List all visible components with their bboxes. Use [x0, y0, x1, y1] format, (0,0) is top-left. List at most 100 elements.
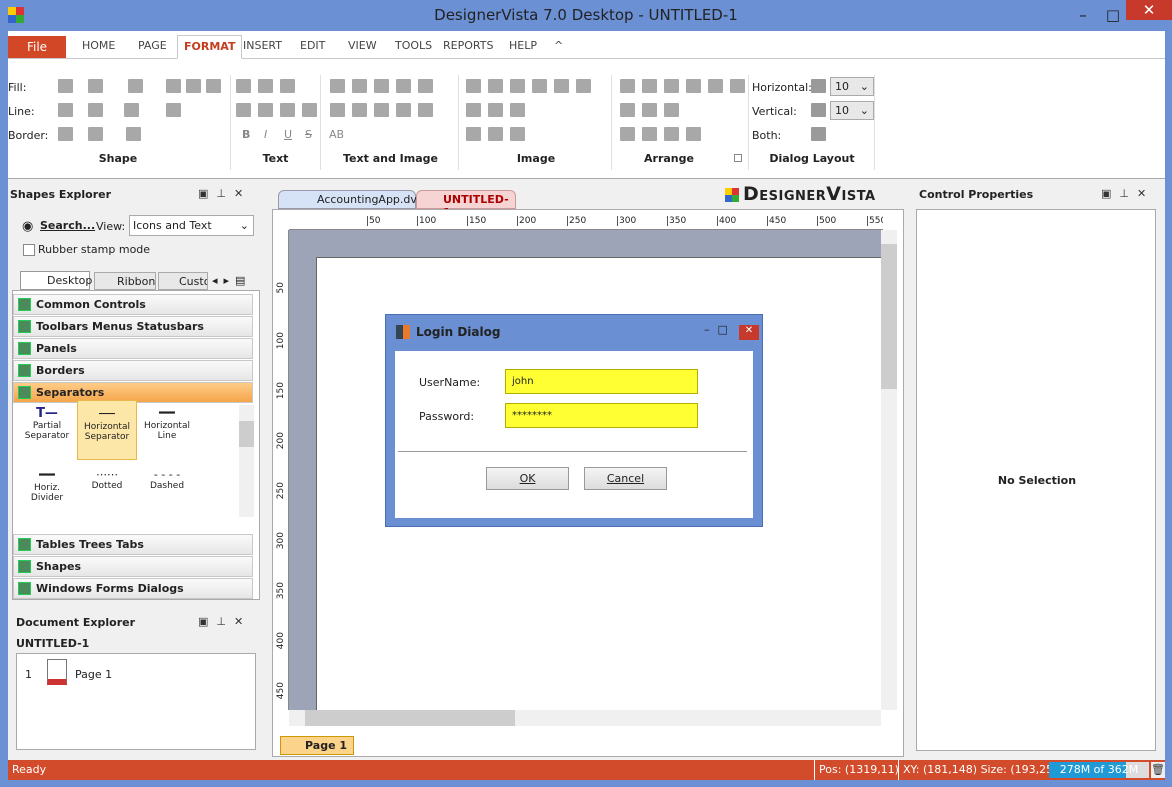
close-button[interactable]: ✕ [1126, 0, 1172, 20]
arrange-dialog-launcher-icon[interactable] [734, 154, 742, 162]
ribbon-tool-icon[interactable] [206, 79, 221, 93]
ribbon-tool-icon[interactable] [124, 103, 139, 117]
ribbon-tool-icon[interactable] [664, 79, 679, 93]
tab-help[interactable]: HELP [503, 35, 543, 59]
ribbon-tool-icon[interactable] [488, 103, 503, 117]
tab-format[interactable]: FORMAT [177, 35, 243, 59]
dialog-window-buttons[interactable]: –□ [704, 323, 736, 336]
italic-button[interactable]: I [264, 128, 267, 141]
ribbon-tool-icon[interactable] [664, 127, 679, 141]
panel-buttons[interactable]: ▣⊥✕ [198, 187, 251, 200]
ribbon-tool-icon[interactable] [418, 79, 433, 93]
tab-desktop[interactable]: Desktop [20, 271, 92, 290]
cancel-button[interactable]: Cancel [584, 467, 667, 490]
ribbon-tool-icon[interactable] [280, 103, 295, 117]
password-field[interactable]: ******** [505, 403, 698, 428]
strikethrough-button[interactable]: S [305, 128, 312, 141]
file-tab[interactable]: File [8, 36, 66, 58]
ribbon-tool-icon[interactable] [88, 103, 103, 117]
ribbon-tool-icon[interactable] [396, 103, 411, 117]
ribbon-tool-icon[interactable] [166, 79, 181, 93]
both-spacing-button[interactable] [811, 127, 826, 141]
ribbon-tool-icon[interactable] [686, 79, 701, 93]
design-canvas[interactable]: Login Dialog –□ ✕ UserName: john Passwor… [289, 230, 881, 710]
ribbon-tool-icon[interactable] [730, 79, 745, 93]
ribbon-tool-icon[interactable] [186, 79, 201, 93]
ribbon-tool-icon[interactable] [510, 79, 525, 93]
panel-buttons[interactable]: ▣⊥✕ [198, 615, 251, 628]
text-direction-button[interactable]: AB [329, 128, 344, 141]
ribbon-tool-icon[interactable] [620, 79, 635, 93]
ribbon-tool-icon[interactable] [396, 79, 411, 93]
collapse-ribbon-button[interactable]: ^ [548, 35, 569, 59]
ribbon-tool-icon[interactable] [236, 103, 251, 117]
ribbon-tool-icon[interactable] [58, 127, 73, 141]
horizontal-spacing-select[interactable]: 10 ⌄ [830, 77, 874, 96]
ribbon-tool-icon[interactable] [510, 103, 525, 117]
ribbon-tool-icon[interactable] [302, 103, 317, 117]
rubber-stamp-checkbox[interactable] [23, 244, 35, 256]
doc-tab-accountingapp[interactable]: AccountingApp.dvf [278, 190, 421, 209]
ribbon-tool-icon[interactable] [374, 103, 389, 117]
tab-home[interactable]: HOME [76, 35, 121, 59]
ribbon-tool-icon[interactable] [58, 103, 73, 117]
page-item[interactable]: Page 1 [75, 668, 112, 681]
category-shapes[interactable]: Shapes [13, 556, 253, 577]
ribbon-tool-icon[interactable] [128, 79, 143, 93]
ribbon-tool-icon[interactable] [330, 79, 345, 93]
maximize-button[interactable]: □ [1100, 0, 1126, 31]
ribbon-tool-icon[interactable] [280, 79, 295, 93]
ribbon-tool-icon[interactable] [642, 79, 657, 93]
shape-partial-separator[interactable]: T— Partial Separator [17, 406, 77, 441]
ribbon-tool-icon[interactable] [126, 127, 141, 141]
ribbon-tool-icon[interactable] [466, 127, 481, 141]
shape-horizontal-separator[interactable]: ── Horizontal Separator [77, 400, 137, 460]
panel-buttons[interactable]: ▣⊥✕ [1101, 187, 1154, 200]
horizontal-scrollbar[interactable] [289, 710, 881, 726]
vertical-scrollbar[interactable] [881, 230, 897, 710]
ribbon-tool-icon[interactable] [576, 79, 591, 93]
ribbon-tool-icon[interactable] [686, 127, 701, 141]
ribbon-tool-icon[interactable] [418, 103, 433, 117]
ribbon-tool-icon[interactable] [236, 79, 251, 93]
tab-page[interactable]: PAGE [132, 35, 173, 59]
tab-tools[interactable]: TOOLS [389, 35, 438, 59]
ribbon-tool-icon[interactable] [642, 103, 657, 117]
ribbon-tool-icon[interactable] [554, 79, 569, 93]
ribbon-tool-icon[interactable] [532, 79, 547, 93]
category-panels[interactable]: Panels [13, 338, 253, 359]
page-tab[interactable]: Page 1 [280, 736, 354, 755]
ribbon-tool-icon[interactable] [466, 103, 481, 117]
ribbon-tool-icon[interactable] [488, 79, 503, 93]
doc-tab-untitled[interactable]: UNTITLED-1 [416, 190, 516, 219]
category-borders[interactable]: Borders [13, 360, 253, 381]
tab-view[interactable]: VIEW [342, 35, 383, 59]
ribbon-tool-icon[interactable] [166, 103, 181, 117]
ribbon-tool-icon[interactable] [258, 103, 273, 117]
category-toolbars-menus-statusbars[interactable]: Toolbars Menus Statusbars [13, 316, 253, 337]
ribbon-tool-icon[interactable] [88, 127, 103, 141]
bold-button[interactable]: B [242, 128, 250, 141]
ribbon-tool-icon[interactable] [620, 127, 635, 141]
ribbon-tool-icon[interactable] [352, 79, 367, 93]
dialog-close-button[interactable]: ✕ [739, 325, 759, 340]
minimize-button[interactable]: – [1070, 0, 1096, 31]
tab-reports[interactable]: REPORTS [437, 35, 499, 59]
ribbon-tool-icon[interactable] [258, 79, 273, 93]
shape-horizontal-line[interactable]: ━━ Horizontal Line [137, 406, 197, 441]
username-field[interactable]: john [505, 369, 698, 394]
login-dialog[interactable]: Login Dialog –□ ✕ UserName: john Passwor… [385, 314, 763, 527]
shape-dashed[interactable]: - - - - Dashed [137, 468, 197, 491]
vertical-spacing-select[interactable]: 10 ⌄ [830, 101, 874, 120]
ribbon-tool-icon[interactable] [620, 103, 635, 117]
ribbon-tool-icon[interactable] [510, 127, 525, 141]
category-common-controls[interactable]: Common Controls [13, 294, 253, 315]
shapes-scrollbar[interactable] [239, 405, 254, 517]
tab-ribbon[interactable]: Ribbon [94, 272, 156, 290]
trash-icon[interactable]: 🗑 [1151, 762, 1165, 778]
ribbon-tool-icon[interactable] [488, 127, 503, 141]
category-windows-forms-dialogs[interactable]: Windows Forms Dialogs [13, 578, 253, 599]
ribbon-tool-icon[interactable] [374, 79, 389, 93]
view-select[interactable]: Icons and Text ⌄ [129, 215, 254, 236]
ribbon-tool-icon[interactable] [352, 103, 367, 117]
